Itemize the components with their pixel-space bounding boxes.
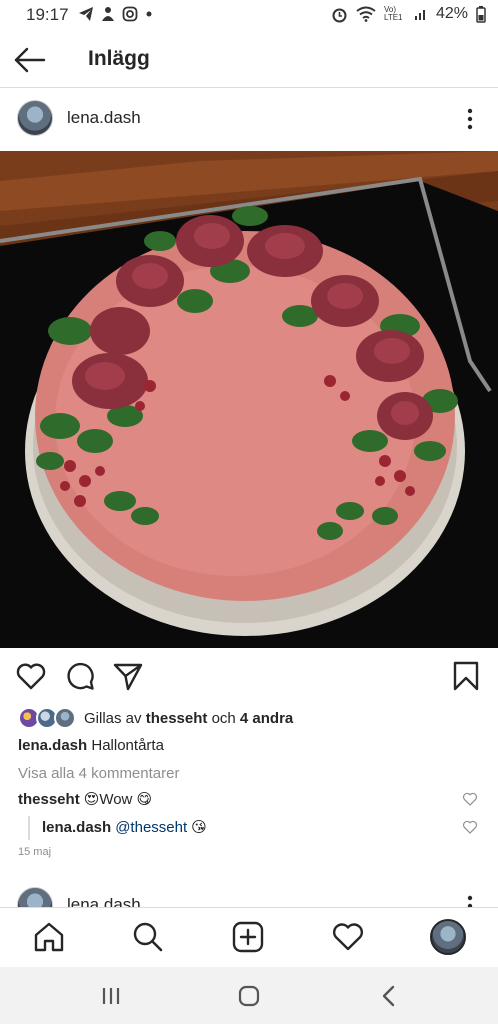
post-date: 15 maj [18,846,52,858]
post-actions [0,648,498,704]
status-bar: 19:17 Vo) LTE1 42% [0,0,498,30]
likes-connector: och [211,709,236,727]
caption-username[interactable]: lena.dash [18,737,87,754]
post-photo[interactable] [0,151,498,648]
comment-icon[interactable] [64,660,96,692]
wifi-icon [356,6,376,22]
cake-image [0,151,498,648]
signal-icon [414,10,425,20]
view-all-comments-link[interactable]: Visa alla 4 kommentarer [18,765,179,782]
instagram-icon [122,6,138,22]
dot-icon [146,11,152,17]
save-bookmark-icon[interactable] [450,660,482,692]
new-post-icon[interactable] [231,920,265,954]
activity-heart-icon[interactable] [331,920,365,954]
app-header: Inlägg [0,30,498,88]
caption-text: Hallontårta [91,737,164,754]
likes-others[interactable]: 4 andra [240,710,293,727]
comment-username[interactable]: thesseht [18,791,80,808]
next-post-more-icon[interactable] [462,893,478,907]
system-back-icon[interactable] [374,981,404,1011]
home-button-icon[interactable] [234,981,264,1011]
profile-avatar-tab[interactable] [430,919,466,955]
reply-thread-line [28,816,30,840]
reply-row: lena.dash @thesseht 😘 [42,816,478,838]
next-post-header: lena.dash [0,885,498,907]
reply-like-heart-icon[interactable] [462,819,478,835]
likes-summary[interactable]: Gillas av thesseht och 4 andra [18,706,293,730]
more-options-icon[interactable] [462,106,478,132]
comment-text: 😍Wow 😋 [83,791,153,808]
reply-mention[interactable]: @thesseht [115,819,187,836]
status-right-icons: Vo) LTE1 42% [331,5,486,23]
home-icon[interactable] [32,920,66,954]
back-arrow-icon[interactable] [10,40,50,80]
like-heart-icon[interactable] [15,660,47,692]
comment-row: thesseht 😍Wow 😋 [18,788,478,810]
share-icon[interactable] [112,660,144,692]
page-title: Inlägg [88,47,150,70]
next-post-username[interactable]: lena.dash [67,895,141,907]
notification-icon [102,7,114,21]
status-left-icons [78,6,154,22]
post-header: lena.dash [0,89,498,151]
author-avatar[interactable] [17,100,53,136]
reply-username[interactable]: lena.dash [42,819,111,836]
system-nav-bar [0,967,498,1024]
comment-like-heart-icon[interactable] [462,791,478,807]
likes-prefix: Gillas av [84,709,142,727]
telegram-icon [79,7,93,21]
post-caption: lena.dash Hallontårta [18,737,164,754]
bottom-nav [0,907,498,967]
author-username[interactable]: lena.dash [67,108,141,128]
battery-percentage: 42% [435,5,468,22]
liker-avatar [54,707,76,729]
alarm-icon [332,8,347,22]
likes-user[interactable]: thesseht [146,710,208,727]
status-time: 19:17 [26,5,69,24]
signal-label: Vo) LTE1 [383,5,403,22]
reply-text: 😘 [191,819,207,836]
recent-apps-icon[interactable] [96,981,126,1011]
battery-icon [476,5,486,23]
next-post-avatar[interactable] [17,887,53,907]
liker-avatars [18,707,78,729]
search-icon[interactable] [131,920,165,954]
